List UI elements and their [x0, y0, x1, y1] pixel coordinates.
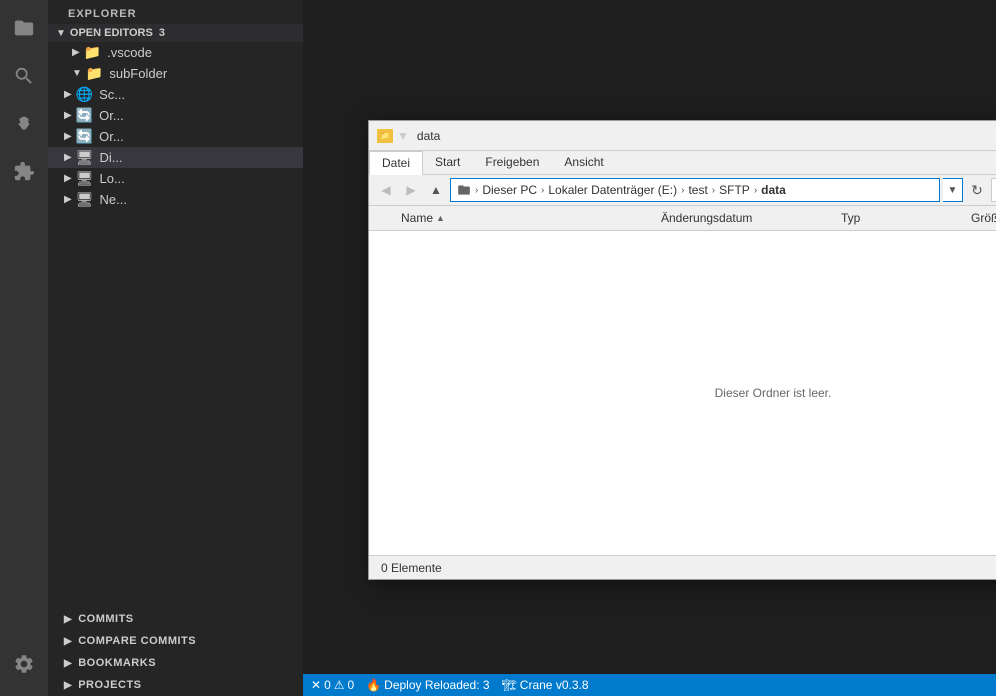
path-sftp: SFTP [719, 183, 750, 197]
bookmarks-chevron: ▶ [64, 658, 72, 669]
titlebar-folder-icon: 📁 [377, 129, 393, 143]
projects-chevron: ▶ [64, 680, 72, 691]
explorer-dialog: 📁 ▼ data ─ □ ✕ Datei Start Freigeben Ans… [368, 120, 996, 580]
item-icon: 🖥 [76, 149, 94, 166]
activity-git-icon[interactable] [0, 100, 48, 148]
refresh-button[interactable]: ↻ [966, 178, 988, 202]
commits-chevron: ▶ [64, 614, 72, 625]
crane-icon: 🏗 [502, 678, 517, 692]
compare-commits-section[interactable]: ▶ COMPARE COMMITS [48, 630, 303, 652]
main-area: 📁 ▼ data ─ □ ✕ Datei Start Freigeben Ans… [303, 0, 996, 696]
activity-extensions-icon[interactable] [0, 148, 48, 196]
chevron-icon: ▶ [64, 173, 72, 184]
file-list-area: Dieser Ordner ist leer. [369, 231, 996, 555]
item-icon: 🔄 [76, 128, 93, 145]
address-path[interactable]: › Dieser PC › Lokaler Datenträger (E:) ›… [450, 178, 940, 202]
empty-folder-message: Dieser Ordner ist leer. [715, 386, 832, 400]
forward-button[interactable]: ▶ [400, 179, 422, 201]
ribbon-tabs: Datei Start Freigeben Ansicht ? [369, 151, 996, 175]
path-local-drive: Lokaler Datenträger (E:) [548, 183, 677, 197]
titlebar-left: 📁 ▼ data [377, 129, 440, 143]
tab-freigeben[interactable]: Freigeben [473, 151, 552, 174]
chevron-icon: ▶ [64, 194, 72, 205]
tree-item-sc[interactable]: ▶ 🌐 Sc... [48, 84, 303, 105]
dialog-title: data [417, 129, 440, 143]
bottom-sections: ▶ COMMITS ▶ COMPARE COMMITS ▶ BOOKMARKS … [48, 608, 303, 696]
chevron-icon: ▶ [72, 47, 80, 58]
chevron-icon: ▶ [64, 152, 72, 163]
sidebar-header: EXPLORER [48, 0, 303, 24]
tree-item-di[interactable]: ▶ 🖥 Di... [48, 147, 303, 168]
address-bar-row: ◀ ▶ ▲ › Dieser PC › Lokaler Datenträger … [369, 175, 996, 206]
folder-yellow-icon: 📁 [377, 129, 393, 143]
warning-icon: ⚠ [334, 678, 345, 692]
tree-item-or2[interactable]: ▶ 🔄 Or... [48, 126, 303, 147]
chevron-icon: ▶ [64, 131, 72, 142]
sidebar: EXPLORER ▼ OPEN EDITORS 3 ▶ 📁 .vscode ▼ … [48, 0, 303, 696]
activity-files-icon[interactable] [0, 4, 48, 52]
deploy-icon: 🔥 [366, 678, 381, 692]
path-test: test [688, 183, 707, 197]
chevron-icon: ▶ [64, 110, 72, 121]
tree-item-subfolder[interactable]: ▼ 📁 subFolder [48, 63, 303, 84]
projects-section[interactable]: ▶ PROJECTS [48, 674, 303, 696]
tree-item-vscode[interactable]: ▶ 📁 .vscode [48, 42, 303, 63]
open-editors-chevron: ▼ [56, 28, 66, 39]
up-button[interactable]: ▲ [425, 179, 447, 201]
items-count: 0 Elemente [381, 561, 442, 575]
sort-arrow-icon: ▲ [436, 213, 445, 223]
back-button[interactable]: ◀ [375, 179, 397, 201]
titlebar-dropdown-icon: ▼ [397, 129, 409, 143]
compare-commits-chevron: ▶ [64, 636, 72, 647]
errors-status[interactable]: ✕ 0 ⚠ 0 [311, 678, 354, 692]
activity-search-icon[interactable] [0, 52, 48, 100]
path-segment [457, 183, 471, 197]
path-data: data [761, 183, 786, 197]
item-icon: 🖥 [76, 191, 94, 208]
item-icon: 🔄 [76, 107, 93, 124]
path-dropdown-button[interactable]: ▼ [943, 178, 963, 202]
commits-section[interactable]: ▶ COMMITS [48, 608, 303, 630]
tab-datei[interactable]: Datei [369, 151, 423, 175]
open-editors-section: ▼ OPEN EDITORS 3 ▶ 📁 .vscode ▼ 📁 subFold… [48, 24, 303, 84]
tree-item-lo[interactable]: ▶ 🖥 Lo... [48, 168, 303, 189]
open-editors-header[interactable]: ▼ OPEN EDITORS 3 [48, 24, 303, 42]
path-sep: › [475, 185, 478, 196]
status-bar: ✕ 0 ⚠ 0 🔥 Deploy Reloaded: 3 🏗 Crane v0.… [303, 674, 996, 696]
search-box: 🔍 [991, 178, 996, 202]
dialog-titlebar: 📁 ▼ data ─ □ ✕ [369, 121, 996, 151]
chevron-icon: ▼ [72, 68, 82, 79]
col-header-type[interactable]: Typ [833, 208, 963, 228]
tab-start[interactable]: Start [423, 151, 473, 174]
folder-icon: 📁 [86, 65, 103, 82]
col-header-date[interactable]: Änderungsdatum [653, 208, 833, 228]
folder-icon: 📁 [84, 44, 101, 61]
tab-ansicht[interactable]: Ansicht [552, 151, 616, 174]
activity-bar [0, 0, 48, 696]
item-icon: 🖥 [76, 170, 94, 187]
item-icon: 🌐 [76, 86, 93, 103]
col-header-size[interactable]: Größe [963, 208, 996, 228]
deploy-status[interactable]: 🔥 Deploy Reloaded: 3 [366, 678, 489, 692]
explorer-statusbar: 0 Elemente ⊞ ☰ [369, 555, 996, 579]
column-headers: Name ▲ Änderungsdatum Typ Größe [369, 206, 996, 231]
col-header-name[interactable]: Name ▲ [393, 208, 653, 228]
tree-item-ne[interactable]: ▶ 🖥 Ne... [48, 189, 303, 210]
chevron-icon: ▶ [64, 89, 72, 100]
tree-item-or1[interactable]: ▶ 🔄 Or... [48, 105, 303, 126]
crane-status[interactable]: 🏗 Crane v0.3.8 [502, 678, 589, 692]
error-icon: ✕ [311, 678, 321, 692]
activity-settings-icon[interactable] [0, 640, 48, 688]
path-dieser-pc: Dieser PC [482, 183, 537, 197]
bookmarks-section[interactable]: ▶ BOOKMARKS [48, 652, 303, 674]
